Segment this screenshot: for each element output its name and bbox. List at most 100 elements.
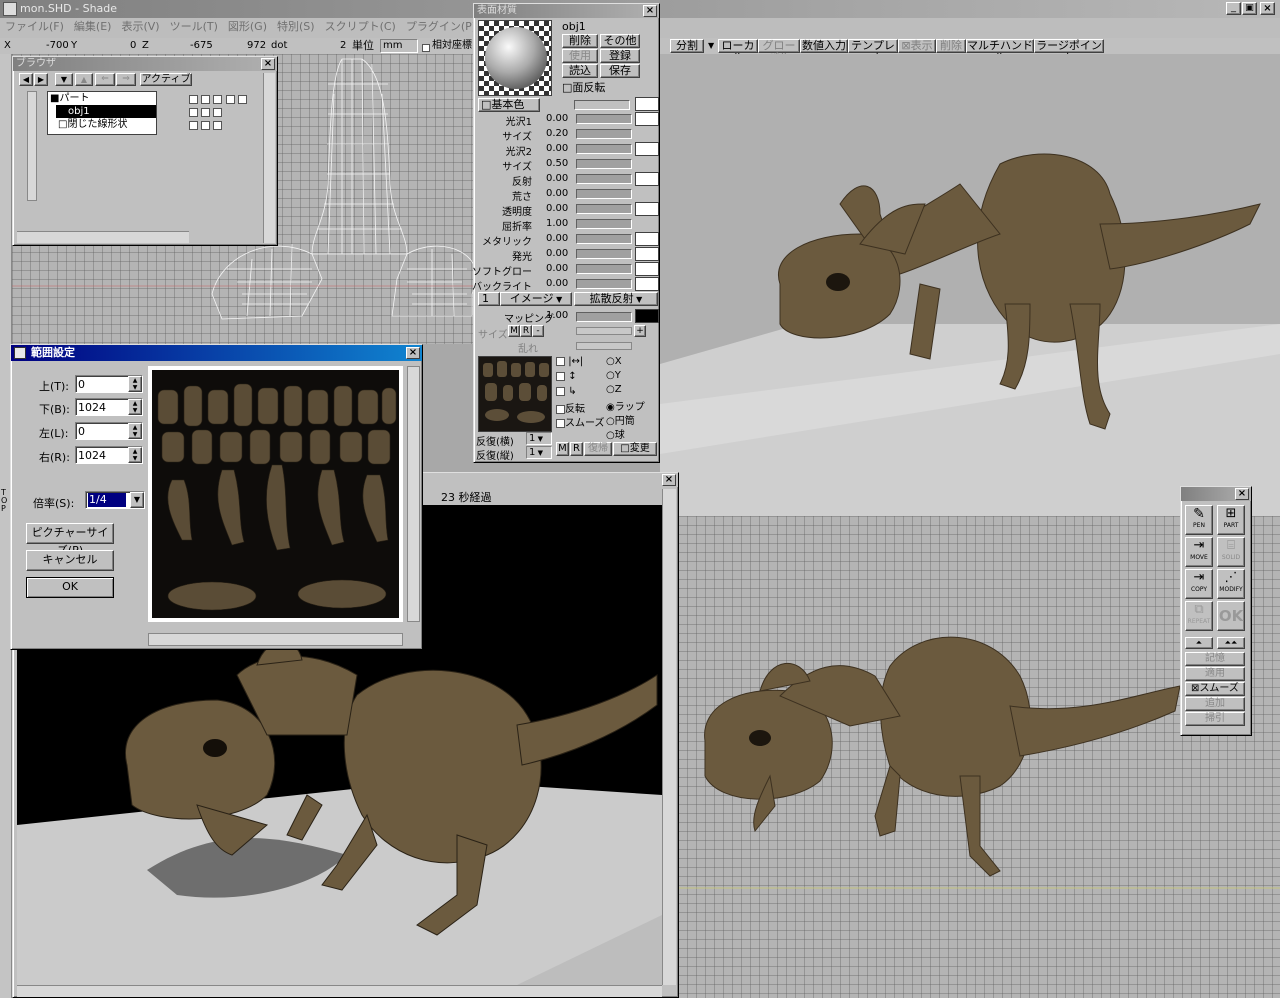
unit-select[interactable]: mm [380, 39, 418, 53]
size-slider[interactable] [576, 327, 632, 335]
sweep-button[interactable]: 掃引 [1185, 712, 1245, 726]
opt-rotate[interactable]: ↳ [556, 386, 577, 397]
transparency-swatch[interactable] [635, 202, 659, 216]
material-save-button[interactable]: 保存 [600, 64, 640, 78]
preview-hscrollbar[interactable] [148, 633, 403, 646]
top-field[interactable]: 0 ▲ ▼ [75, 375, 143, 393]
size1-slider[interactable] [576, 129, 632, 139]
texture-restore-button[interactable]: 復帰 [584, 442, 612, 456]
reflection-slider[interactable] [576, 174, 632, 184]
flag-6[interactable] [189, 107, 198, 117]
move-tool[interactable]: ⇥ MOVE [1185, 537, 1213, 567]
menu-plugin[interactable]: プラグイン(P) [401, 18, 481, 36]
ok-tool[interactable]: OK [1217, 601, 1245, 631]
material-use-button[interactable]: 使用 [562, 49, 598, 63]
large-point-button[interactable]: ラージポイント [1034, 39, 1104, 64]
gloss2-swatch[interactable] [635, 142, 659, 156]
menu-script[interactable]: スクリプト(C) [320, 18, 401, 36]
flag-4[interactable] [225, 94, 235, 104]
tool-palette-close-button[interactable]: × [1235, 488, 1249, 500]
basic-color-slider[interactable] [574, 100, 630, 110]
texture-m-button[interactable]: M [556, 442, 569, 456]
right-spin-icon[interactable]: ▲ ▼ [128, 447, 142, 463]
local-button[interactable]: ローカル [718, 39, 758, 64]
multi-handle-button[interactable]: マルチハンドル [966, 39, 1034, 64]
material-close-button[interactable]: × [643, 5, 657, 17]
menu-edit[interactable]: 編集(E) [69, 18, 117, 36]
copy-tool[interactable]: ⇥ COPY [1185, 569, 1213, 599]
browser-close-button[interactable]: × [261, 58, 275, 70]
wrap-radio[interactable]: ◉ラップ [606, 398, 645, 413]
browser-forward-icon[interactable]: ⇒ [116, 73, 136, 86]
opt-flip-v[interactable]: ↕ [556, 371, 577, 382]
apply-button[interactable]: 適用 [1185, 667, 1245, 681]
backlight-swatch[interactable] [635, 277, 659, 291]
mountain-large-icon[interactable]: ⏶⏶ [1217, 637, 1245, 649]
flag-3[interactable] [213, 94, 223, 104]
layer-type-select[interactable]: イメージ ▼ [500, 292, 572, 306]
flag-11[interactable] [213, 120, 223, 130]
cancel-button[interactable]: キャンセル [26, 550, 114, 571]
restore-button[interactable]: ▣ [1242, 2, 1257, 15]
gloss1-slider[interactable] [576, 114, 632, 124]
sphere-radio[interactable]: ○球 [606, 426, 625, 441]
layer-number-select[interactable]: 1 [478, 292, 500, 306]
cylinder-radio[interactable]: ○円筒 [606, 412, 635, 427]
browser-left-scrollbar[interactable] [27, 91, 37, 201]
mapping-swatch[interactable] [635, 309, 659, 323]
flag-8[interactable] [213, 107, 223, 117]
size-r-button[interactable]: R [520, 325, 532, 337]
tree-item-closed-line[interactable]: □閉じた線形状 [56, 118, 156, 131]
reflection-swatch[interactable] [635, 172, 659, 186]
menu-file[interactable]: ファイル(F) [0, 18, 69, 36]
backlight-slider[interactable] [576, 279, 632, 289]
roughness-slider[interactable] [576, 189, 632, 199]
browser-bottom-scrollbar[interactable] [17, 231, 189, 243]
numeric-input-button[interactable]: 数値入力 [800, 39, 848, 53]
menu-special[interactable]: 特別(S) [272, 18, 320, 36]
pen-tool[interactable]: ✎ PEN [1185, 505, 1213, 535]
metallic-swatch[interactable] [635, 232, 659, 246]
template-button[interactable]: テンプレート [848, 39, 898, 64]
tree-item-obj1[interactable]: obj1 [56, 105, 156, 118]
material-other-button[interactable]: その他 [600, 34, 640, 48]
chaos-slider[interactable] [576, 342, 632, 350]
opt-invert[interactable]: 反転 [556, 400, 585, 415]
menu-tool[interactable]: ツール(T) [165, 18, 223, 36]
delete-button[interactable]: 削除 [936, 39, 966, 53]
softglow-slider[interactable] [576, 264, 632, 274]
preview-vscrollbar[interactable] [407, 366, 420, 622]
flag-1[interactable] [189, 94, 198, 104]
material-register-button[interactable]: 登録 [600, 49, 640, 63]
render-hscrollbar[interactable] [17, 985, 662, 997]
split-arrow-icon[interactable]: ▼ [708, 39, 714, 53]
browser-up-icon[interactable]: ▲ [75, 73, 93, 86]
ok-button[interactable]: OK [26, 577, 114, 598]
browser-back-icon[interactable]: ⇐ [95, 73, 115, 86]
face-flip-toggle[interactable]: □面反転 [562, 79, 605, 95]
browser-right-icon[interactable]: ▶ [34, 73, 48, 86]
top-spin-icon[interactable]: ▲ ▼ [128, 376, 142, 392]
render-close-button[interactable]: × [662, 474, 676, 486]
texture-r-button[interactable]: R [570, 442, 583, 456]
axis-z-radio[interactable]: ○Z [606, 384, 622, 395]
gloss1-swatch[interactable] [635, 112, 659, 126]
left-spin-icon[interactable]: ▲ ▼ [128, 423, 142, 439]
basic-color-swatch[interactable] [635, 97, 659, 111]
browser-left-icon[interactable]: ◀ [19, 73, 33, 86]
smooth-toggle[interactable]: ⊠スムーズ [1185, 682, 1245, 696]
mountain-small-icon[interactable]: ⏶ [1185, 637, 1213, 649]
render-vscrollbar[interactable] [662, 489, 676, 985]
ratio-arrow-icon[interactable]: ▼ [130, 492, 144, 508]
texture-change-button[interactable]: □変更 [613, 442, 657, 456]
left-field[interactable]: 0 ▲ ▼ [75, 422, 143, 440]
modify-tool[interactable]: ⋰ MODIFY [1217, 569, 1245, 599]
softglow-swatch[interactable] [635, 262, 659, 276]
flag-5[interactable] [237, 94, 247, 104]
size-m-button[interactable]: M [508, 325, 520, 337]
mapping-type-select[interactable]: 拡散反射 ▼ [574, 292, 658, 306]
minimize-button[interactable]: _ [1226, 2, 1241, 15]
ratio-select[interactable]: 1/4 ▼ [85, 491, 145, 509]
basic-color-button[interactable]: □基本色 [478, 98, 540, 112]
viewport-perspective[interactable] [660, 54, 1280, 516]
